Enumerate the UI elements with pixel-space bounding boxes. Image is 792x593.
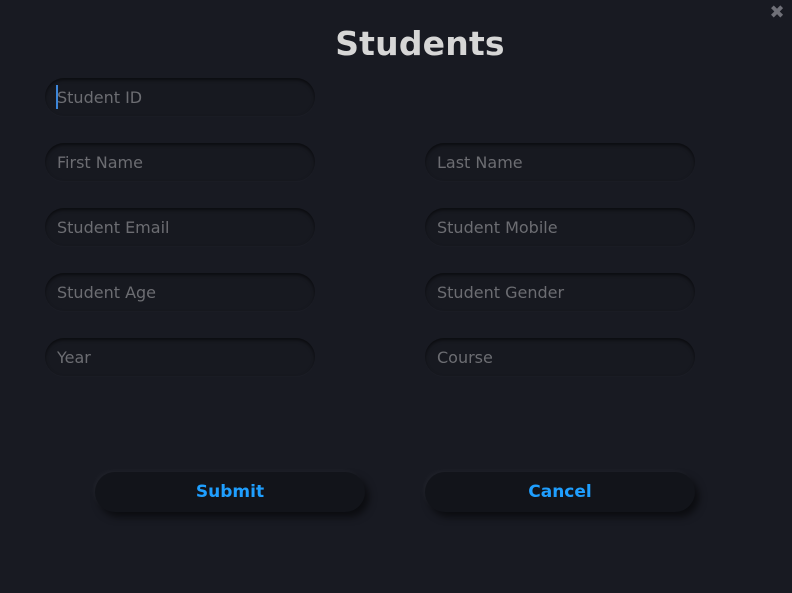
- last-name-field[interactable]: [425, 143, 695, 181]
- year-field-container: [45, 338, 315, 376]
- student-gender-field-container: [425, 273, 695, 311]
- student-age-field-container: [45, 273, 315, 311]
- last-name-field-container: [425, 143, 695, 181]
- year-field[interactable]: [45, 338, 315, 376]
- student-id-field[interactable]: [45, 78, 315, 116]
- cancel-button[interactable]: Cancel: [425, 472, 695, 512]
- course-field-container: [425, 338, 695, 376]
- course-field[interactable]: [425, 338, 695, 376]
- first-name-field-container: [45, 143, 315, 181]
- student-mobile-field[interactable]: [425, 208, 695, 246]
- first-name-field[interactable]: [45, 143, 315, 181]
- close-icon[interactable]: ✖: [766, 2, 788, 24]
- student-email-field-container: [45, 208, 315, 246]
- student-id-field-container: [45, 78, 315, 116]
- student-email-field[interactable]: [45, 208, 315, 246]
- submit-button[interactable]: Submit: [95, 472, 365, 512]
- page-title: Students: [335, 24, 505, 63]
- student-age-field[interactable]: [45, 273, 315, 311]
- text-caret: [56, 85, 58, 109]
- student-gender-field[interactable]: [425, 273, 695, 311]
- student-mobile-field-container: [425, 208, 695, 246]
